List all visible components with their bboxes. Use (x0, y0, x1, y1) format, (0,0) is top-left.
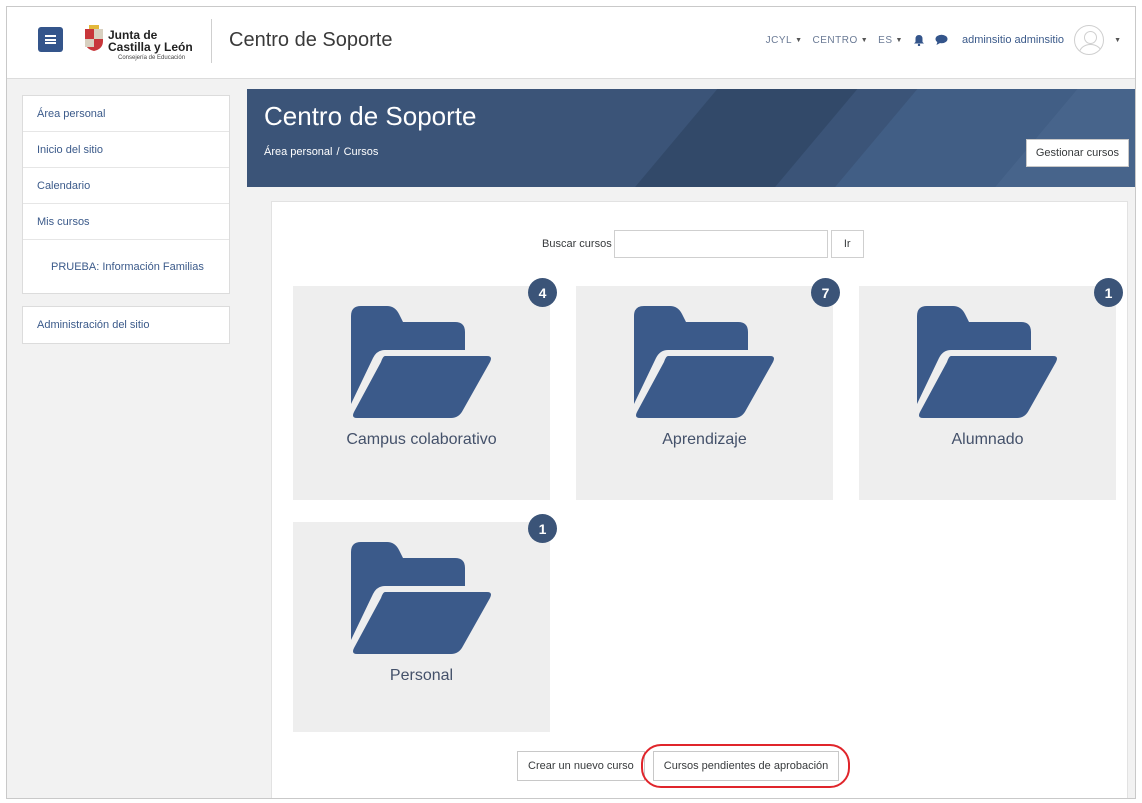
page-header-banner: Centro de Soporte Área personal / Cursos… (247, 89, 1135, 187)
navbar-divider (211, 19, 212, 63)
main-content: Buscar cursos Ir 4 Campus colaborativo 7… (271, 201, 1128, 798)
logo-line-3: Consejería de Educación (118, 55, 186, 61)
category-tile[interactable]: 4 Campus colaborativo (293, 278, 557, 500)
course-count-badge: 4 (528, 278, 557, 307)
search-button[interactable]: Ir (830, 230, 864, 258)
coat-of-arms-icon (85, 25, 103, 51)
create-course-button[interactable]: Crear un nuevo curso (517, 751, 645, 781)
caret-down-icon: ▼ (860, 36, 869, 44)
user-menu-caret-icon[interactable]: ▼ (1114, 37, 1121, 44)
folder-icon (351, 306, 491, 418)
category-tile[interactable]: 7 Aprendizaje (576, 278, 840, 500)
pending-courses-button[interactable]: Cursos pendientes de aprobación (640, 744, 851, 788)
menu-jcyl-label: JCYL (765, 34, 793, 46)
manage-courses-button[interactable]: Gestionar cursos (1025, 139, 1129, 167)
sidebar-item-area-personal[interactable]: Área personal (23, 96, 229, 132)
menu-jcyl[interactable]: JCYL ▼ (766, 35, 803, 46)
avatar-icon[interactable] (1074, 25, 1105, 55)
bell-icon[interactable] (913, 34, 925, 46)
course-search: Buscar cursos Ir (542, 230, 864, 258)
banner-decor (583, 89, 891, 187)
chat-icon[interactable] (935, 34, 948, 46)
breadcrumb: Área personal / Cursos (264, 146, 378, 158)
course-count-badge: 1 (528, 514, 557, 543)
category-tile[interactable]: 1 Personal (293, 514, 557, 732)
search-input[interactable] (613, 230, 828, 258)
search-label: Buscar cursos (542, 238, 612, 250)
course-actions: Crear un nuevo curso Cursos pendientes d… (517, 744, 851, 788)
breadcrumb-separator: / (336, 146, 340, 158)
sidebar: Área personal Inicio del sitio Calendari… (22, 95, 230, 344)
category-name: Aprendizaje (662, 431, 747, 448)
site-logo[interactable]: Junta de Castilla y León Consejería de E… (84, 15, 204, 67)
sidebar-admin: Administración del sitio (22, 306, 230, 344)
category-name: Alumnado (951, 431, 1024, 448)
logo-line-2: Castilla y León (108, 40, 193, 54)
folder-icon (917, 306, 1057, 418)
breadcrumb-area-personal[interactable]: Área personal (264, 146, 333, 158)
course-count-badge: 1 (1094, 278, 1123, 307)
user-name[interactable]: adminsitio adminsitio (962, 34, 1064, 46)
sidebar-item-inicio[interactable]: Inicio del sitio (23, 132, 229, 168)
highlight-ring (640, 744, 851, 788)
menu-centro[interactable]: CENTRO ▼ (813, 35, 869, 46)
folder-icon (351, 542, 491, 654)
menu-language[interactable]: ES ▼ (878, 35, 903, 46)
top-navbar: Junta de Castilla y León Consejería de E… (7, 7, 1135, 79)
category-name: Campus colaborativo (346, 431, 497, 448)
sidebar-item-mis-cursos[interactable]: Mis cursos (23, 204, 229, 240)
menu-language-label: ES (878, 34, 893, 46)
sidebar-item-calendario[interactable]: Calendario (23, 168, 229, 204)
sidebar-item-administracion[interactable]: Administración del sitio (23, 307, 229, 343)
sidebar-nav: Área personal Inicio del sitio Calendari… (22, 95, 230, 294)
folder-icon (634, 306, 774, 418)
course-count-badge: 7 (811, 278, 840, 307)
category-tile[interactable]: 1 Alumnado (859, 278, 1123, 500)
site-title[interactable]: Centro de Soporte (229, 29, 392, 52)
category-name: Personal (389, 667, 454, 684)
caret-down-icon: ▼ (795, 36, 803, 44)
sidebar-item-course[interactable]: PRUEBA: Información Familias (23, 240, 229, 293)
caret-down-icon: ▼ (895, 36, 903, 44)
app-frame: Junta de Castilla y León Consejería de E… (6, 6, 1136, 799)
menu-centro-label: CENTRO (812, 34, 858, 46)
breadcrumb-cursos[interactable]: Cursos (344, 146, 379, 158)
hamburger-icon[interactable] (38, 27, 63, 52)
navbar-right: JCYL ▼ CENTRO ▼ ES ▼ adminsitio adminsitio … (766, 25, 1121, 55)
page-title: Centro de Soporte (264, 101, 477, 131)
